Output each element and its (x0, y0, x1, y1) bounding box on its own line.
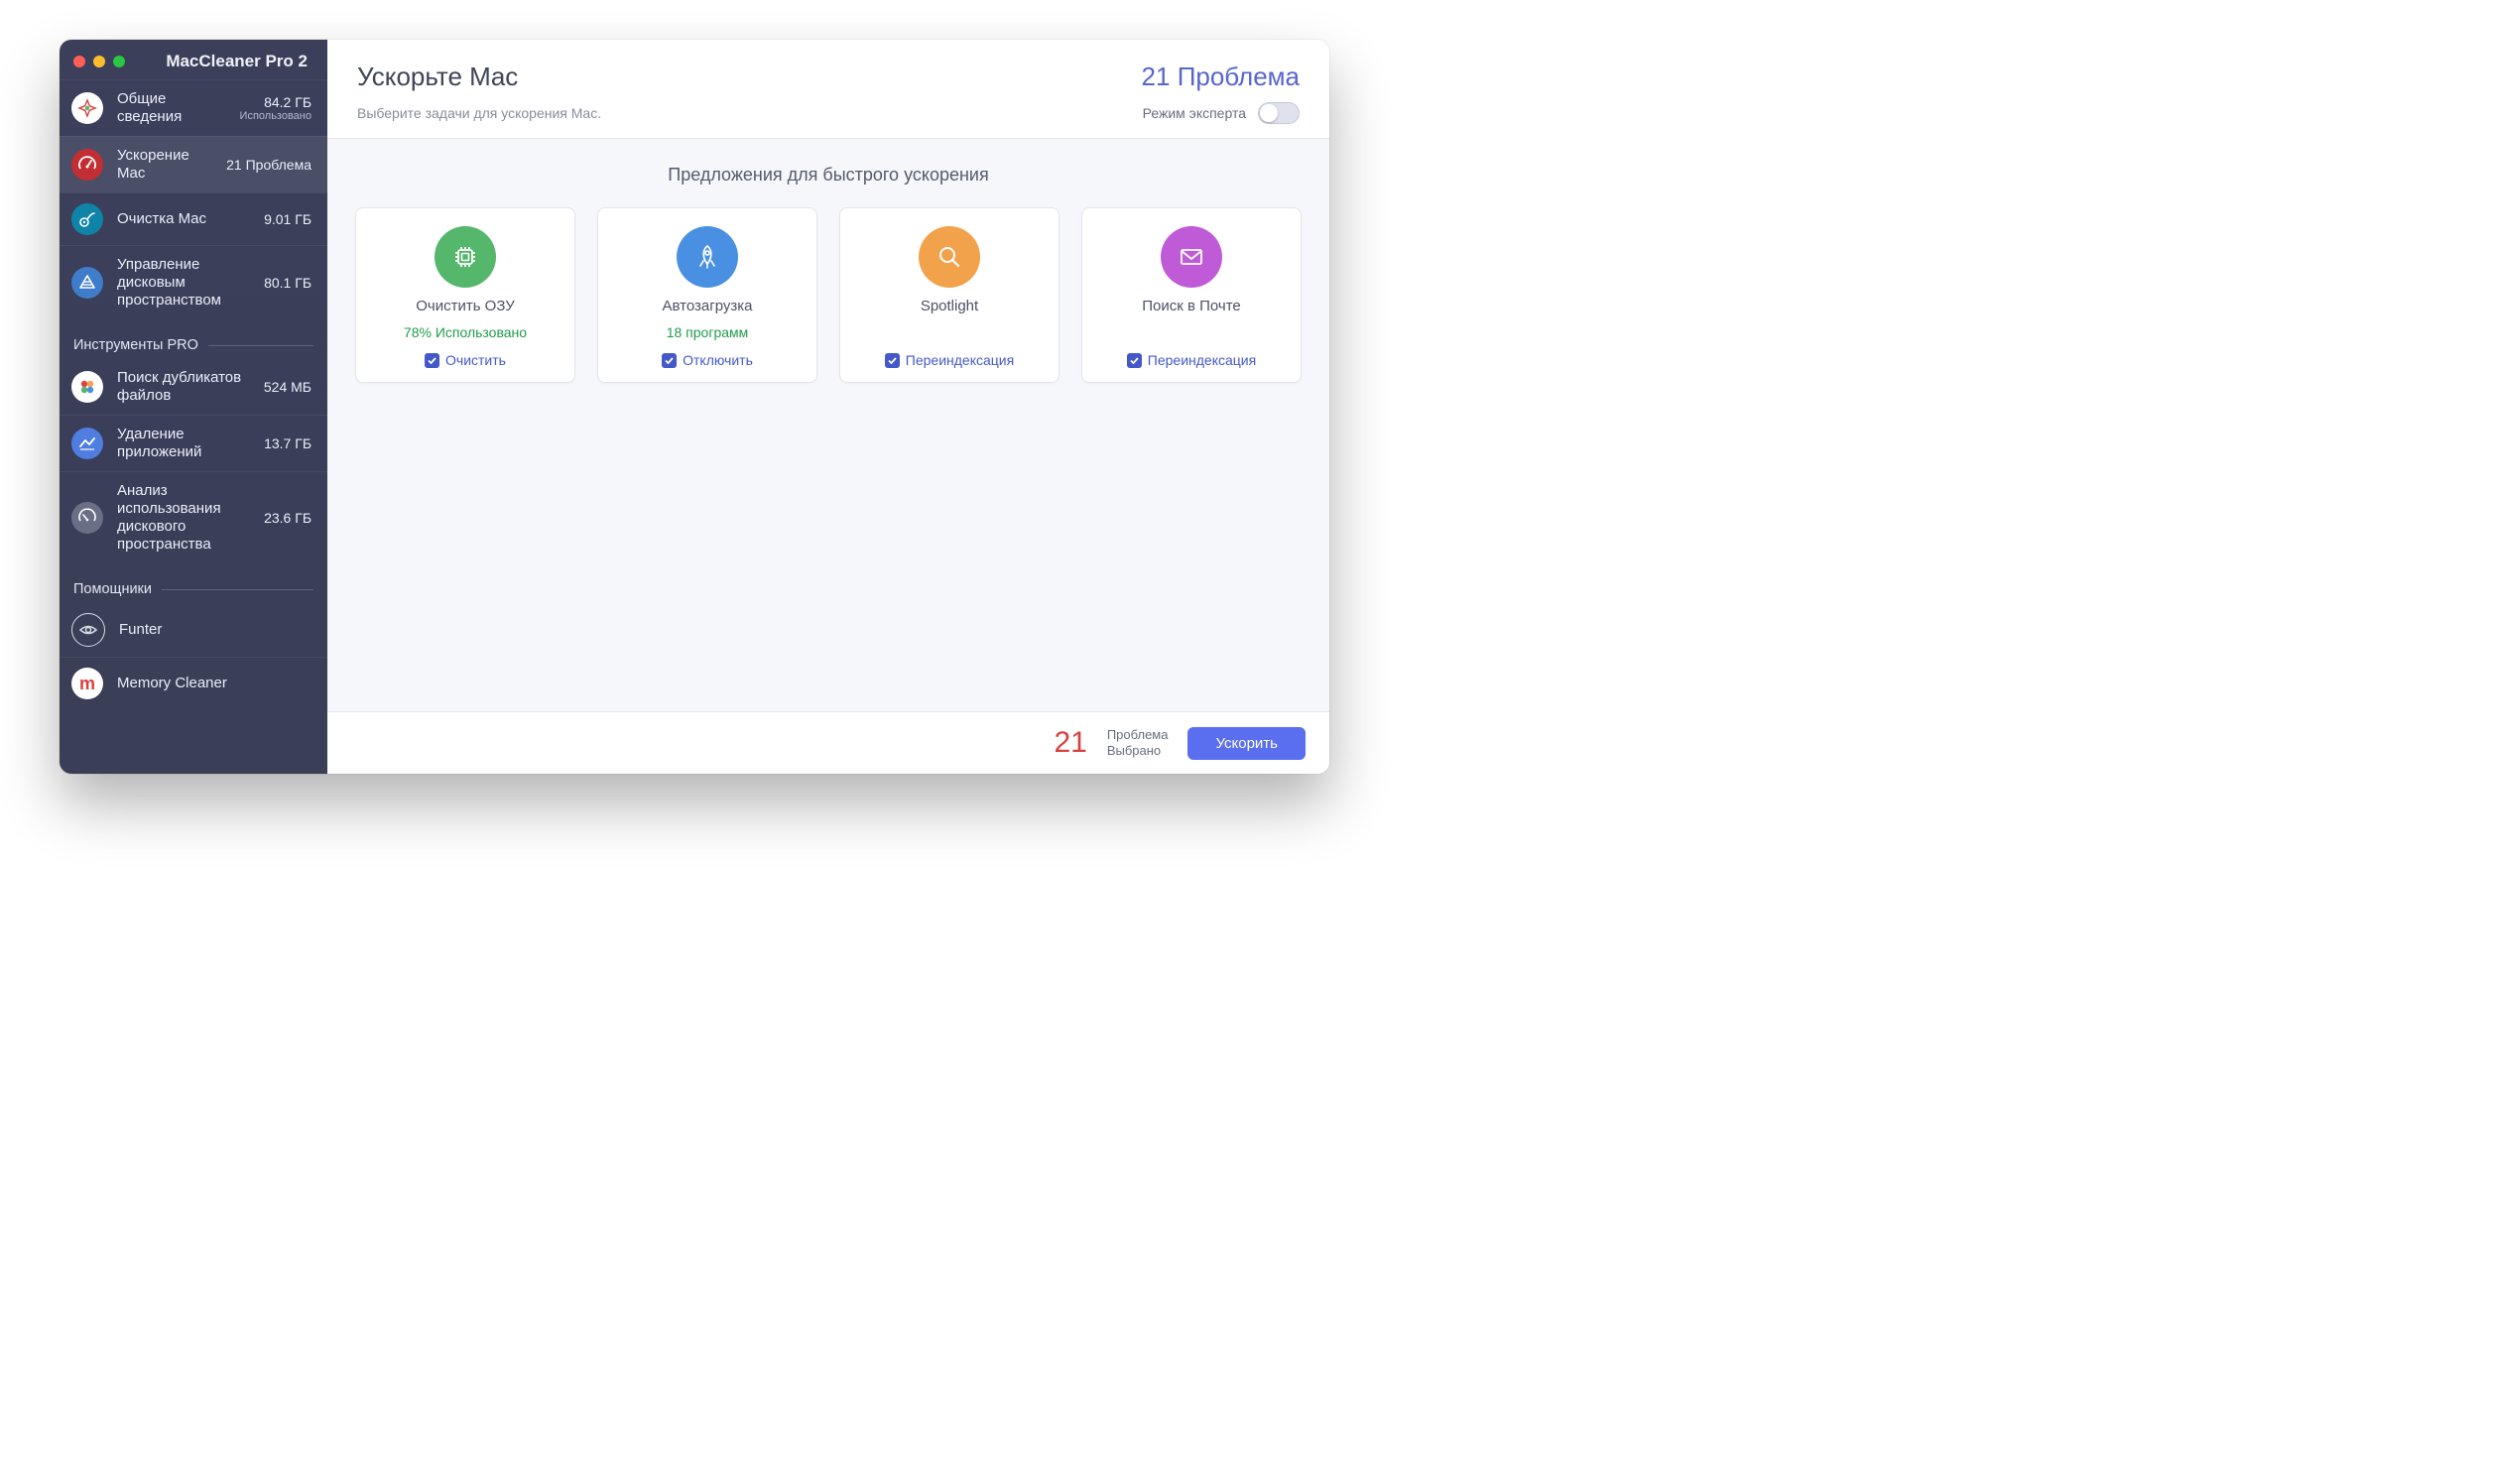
vacuum-icon (71, 203, 103, 235)
sidebar-item-uninstall[interactable]: Удаление приложений 13.7 ГБ (60, 415, 327, 471)
card-action-disable[interactable]: Отключить (662, 352, 753, 368)
card-title: Поиск в Почте (1142, 298, 1241, 314)
expert-mode-toggle[interactable] (1258, 102, 1300, 124)
duplicates-icon (71, 371, 103, 403)
card-title: Автозагрузка (663, 298, 753, 314)
titlebar: MacCleaner Pro 2 (60, 40, 327, 79)
card-clear-ram[interactable]: Очистить ОЗУ 78% Использовано Очистить (355, 207, 575, 383)
sidebar-item-label: Ускорение Mac (117, 147, 212, 183)
checkbox-checked-icon (1127, 353, 1142, 368)
gauge-icon (71, 149, 103, 181)
close-window-button[interactable] (73, 56, 85, 67)
card-startup[interactable]: Автозагрузка 18 программ Отключить (597, 207, 817, 383)
app-title: MacCleaner Pro 2 (125, 52, 313, 71)
footer: 21 Проблема Выбрано Ускорить (327, 711, 1329, 774)
card-action-reindex[interactable]: Переиндексация (1127, 352, 1256, 368)
footer-issue-text: Проблема Выбрано (1107, 727, 1169, 758)
sidebar-item-value: 80.1 ГБ (264, 275, 312, 291)
sidebar-item-value: 23.6 ГБ (264, 510, 312, 526)
card-action-reindex[interactable]: Переиндексация (885, 352, 1014, 368)
mail-icon (1161, 226, 1222, 288)
card-title: Очистить ОЗУ (416, 298, 515, 314)
sidebar-item-diskanalysis[interactable]: Анализ использования дискового пространс… (60, 471, 327, 563)
disk-icon (71, 267, 103, 299)
sidebar-item-value: 84.2 ГБ Использовано (240, 94, 312, 122)
sidebar-item-label: Общие сведения (117, 90, 226, 126)
sidebar-section-helpers: Помощники (60, 563, 327, 603)
card-title: Spotlight (921, 298, 978, 314)
sidebar-item-overview[interactable]: Общие сведения 84.2 ГБ Использовано (60, 79, 327, 136)
sidebar-item-label: Поиск дубликатов файлов (117, 369, 250, 405)
sidebar-item-label: Удаление приложений (117, 426, 250, 461)
checkbox-checked-icon (885, 353, 900, 368)
eye-icon (71, 613, 105, 647)
expert-mode-label: Режим эксперта (1143, 105, 1246, 121)
suggestion-cards: Очистить ОЗУ 78% Использовано Очистить А… (355, 207, 1302, 383)
checkbox-checked-icon (662, 353, 677, 368)
card-status: 18 программ (667, 324, 749, 342)
issue-count: 21 Проблема (1142, 62, 1300, 92)
sidebar: MacCleaner Pro 2 Общие сведения 84.2 ГБ … (60, 40, 327, 774)
sidebar-item-value: 13.7 ГБ (264, 435, 312, 451)
sidebar-item-speedup[interactable]: Ускорение Mac 21 Проблема (60, 136, 327, 192)
card-action-clear[interactable]: Очистить (425, 352, 506, 368)
sidebar-item-label: Управление дисковым пространством (117, 256, 250, 309)
card-status: 78% Использовано (404, 324, 527, 342)
sidebar-item-diskspace[interactable]: Управление дисковым пространством 80.1 Г… (60, 245, 327, 319)
sidebar-section-pro: Инструменты PRO (60, 319, 327, 359)
sidebar-item-label: Очистка Mac (117, 210, 250, 228)
footer-issue-count: 21 (1054, 726, 1086, 760)
chip-icon (435, 226, 496, 288)
main-panel: Ускорьте Mac 21 Проблема Выберите задачи… (327, 40, 1329, 774)
window-controls (73, 56, 125, 67)
sidebar-item-duplicates[interactable]: Поиск дубликатов файлов 524 МБ (60, 359, 327, 415)
sidebar-item-value: 9.01 ГБ (264, 211, 312, 227)
header: Ускорьте Mac 21 Проблема Выберите задачи… (327, 40, 1329, 139)
memory-icon: m (71, 668, 103, 699)
card-mail-search[interactable]: Поиск в Почте Переиндексация (1081, 207, 1302, 383)
app-window: MacCleaner Pro 2 Общие сведения 84.2 ГБ … (60, 40, 1329, 774)
card-spotlight[interactable]: Spotlight Переиндексация (839, 207, 1060, 383)
sidebar-item-label: Memory Cleaner (117, 675, 312, 692)
sidebar-item-value: 21 Проблема (226, 157, 312, 173)
search-icon (919, 226, 980, 288)
overview-icon (71, 92, 103, 124)
uninstall-icon (71, 428, 103, 459)
sidebar-item-label: Анализ использования дискового пространс… (117, 482, 250, 554)
sidebar-item-value: 524 МБ (264, 379, 312, 395)
checkbox-checked-icon (425, 353, 439, 368)
sidebar-item-label: Funter (119, 621, 312, 639)
sidebar-item-cleanup[interactable]: Очистка Mac 9.01 ГБ (60, 192, 327, 245)
page-subtitle: Выберите задачи для ускорения Mac. (357, 105, 1143, 121)
sidebar-item-funter[interactable]: Funter (60, 603, 327, 657)
zoom-window-button[interactable] (113, 56, 125, 67)
page-title: Ускорьте Mac (357, 62, 1142, 92)
speedup-button[interactable]: Ускорить (1187, 727, 1306, 760)
minimize-window-button[interactable] (93, 56, 105, 67)
content-area: Предложения для быстрого ускорения Очист… (327, 139, 1329, 711)
rocket-icon (677, 226, 738, 288)
sidebar-item-memorycleaner[interactable]: m Memory Cleaner (60, 657, 327, 709)
analysis-icon (71, 502, 103, 534)
suggestions-heading: Предложения для быстрого ускорения (355, 165, 1302, 186)
